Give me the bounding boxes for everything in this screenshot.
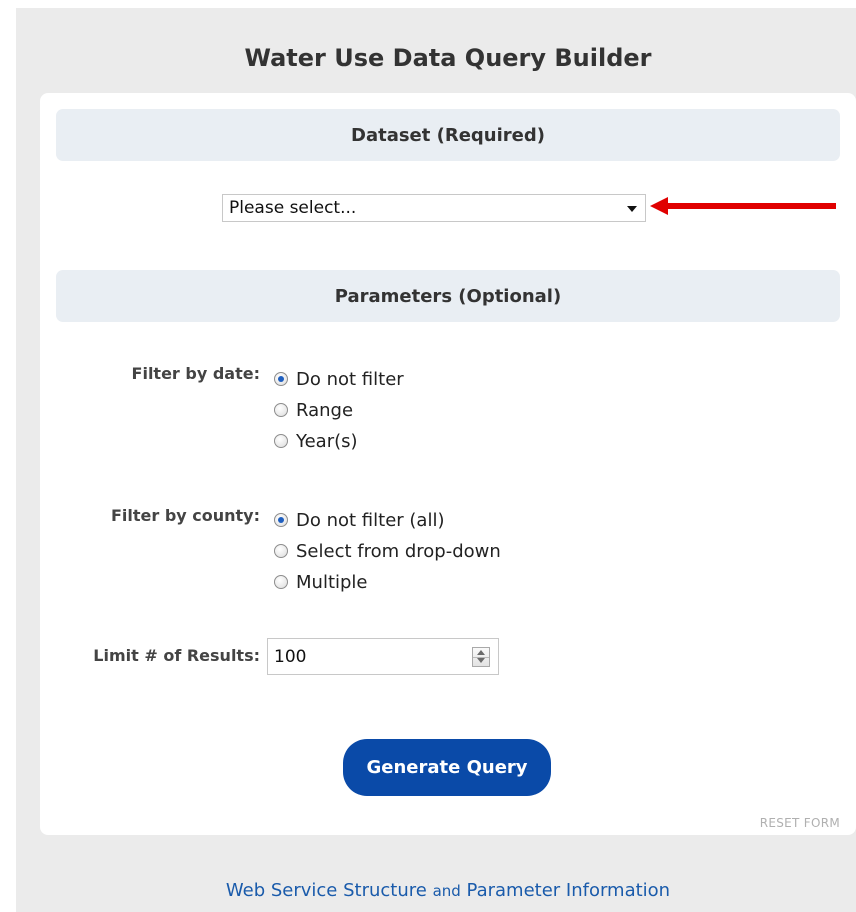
date-option-label: Range bbox=[296, 399, 354, 421]
radio-button[interactable] bbox=[274, 544, 288, 558]
web-service-info-link[interactable]: Web Service Structure and Parameter Info… bbox=[0, 880, 856, 901]
county-option-label: Select from drop-down bbox=[296, 540, 501, 562]
radio-button[interactable] bbox=[274, 434, 288, 448]
county-filter-option-all[interactable]: Do not filter (all) bbox=[274, 508, 444, 532]
red-arrow-icon bbox=[650, 197, 836, 215]
parameters-section-header: Parameters (Optional) bbox=[56, 270, 840, 322]
date-filter-label: Filter by date: bbox=[131, 364, 260, 383]
county-option-label: Multiple bbox=[296, 571, 368, 593]
limit-results-input[interactable]: 100 bbox=[267, 638, 499, 675]
dataset-select-value: Please select... bbox=[229, 198, 357, 218]
date-filter-option-do-not-filter[interactable]: Do not filter bbox=[274, 367, 404, 391]
county-filter-label: Filter by county: bbox=[110, 506, 260, 525]
dataset-select[interactable]: Please select... bbox=[222, 194, 646, 222]
footer-link-and: and bbox=[432, 882, 461, 900]
footer-link-part2[interactable]: Parameter Information bbox=[467, 880, 671, 901]
spin-down-icon[interactable] bbox=[477, 658, 485, 663]
generate-query-button[interactable]: Generate Query bbox=[343, 739, 551, 796]
limit-label: Limit # of Results: bbox=[93, 646, 260, 665]
radio-button[interactable] bbox=[274, 403, 288, 417]
county-filter-option-dropdown[interactable]: Select from drop-down bbox=[274, 539, 501, 563]
limit-value: 100 bbox=[274, 646, 307, 667]
dataset-section-header: Dataset (Required) bbox=[56, 109, 840, 161]
date-option-label: Do not filter bbox=[296, 368, 404, 390]
date-filter-option-years[interactable]: Year(s) bbox=[274, 429, 358, 453]
county-filter-option-multiple[interactable]: Multiple bbox=[274, 570, 368, 594]
radio-button[interactable] bbox=[274, 513, 288, 527]
date-option-label: Year(s) bbox=[296, 430, 358, 452]
reset-form-link[interactable]: RESET FORM bbox=[760, 816, 840, 830]
chevron-down-icon bbox=[627, 206, 637, 212]
spinner-icon[interactable] bbox=[472, 647, 490, 667]
date-filter-option-range[interactable]: Range bbox=[274, 398, 353, 422]
radio-button[interactable] bbox=[274, 372, 288, 386]
radio-button[interactable] bbox=[274, 575, 288, 589]
spin-up-icon[interactable] bbox=[477, 650, 485, 655]
page-title: Water Use Data Query Builder bbox=[244, 44, 652, 72]
footer-link-part1[interactable]: Web Service Structure bbox=[226, 880, 427, 901]
county-option-label: Do not filter (all) bbox=[296, 509, 445, 531]
